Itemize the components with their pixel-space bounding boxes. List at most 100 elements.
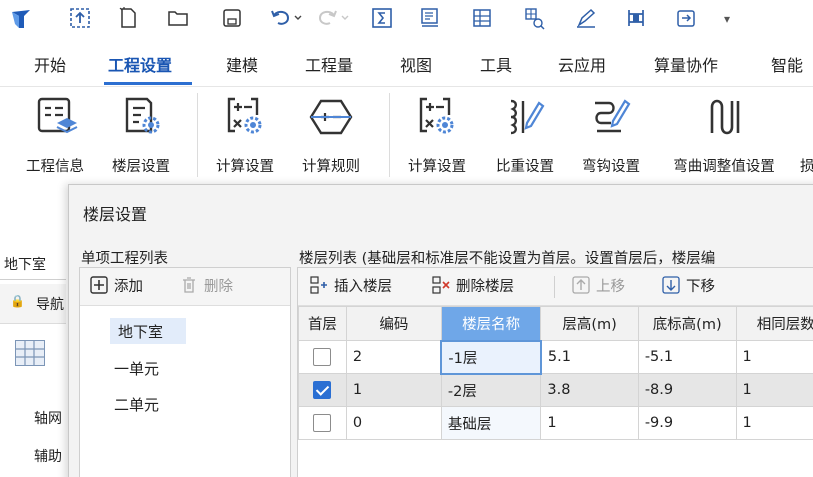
code-cell[interactable]: 0 — [345, 406, 442, 440]
search-grid-icon[interactable] — [522, 6, 546, 32]
tab-view[interactable]: 视图 — [400, 52, 432, 76]
bg-item-axis[interactable]: 轴网 — [34, 408, 62, 428]
calc-settings-icon — [221, 93, 269, 141]
floor-height-cell[interactable]: 1 — [540, 406, 639, 440]
col-bottom-elevation[interactable]: 底标高(m) — [637, 306, 737, 341]
floor-height-cell[interactable]: 5.1 — [540, 340, 639, 374]
upload-icon[interactable] — [68, 6, 92, 32]
density-settings-button[interactable]: 比重设置 — [486, 89, 564, 181]
code-cell[interactable]: 1 — [345, 373, 442, 407]
first-floor-cell[interactable] — [298, 373, 347, 407]
bg-item-aux[interactable]: 辅助 — [34, 446, 62, 466]
bottom-elevation-cell[interactable]: -9.9 — [637, 406, 737, 440]
col-first-floor[interactable]: 首层 — [298, 306, 347, 341]
report-icon[interactable] — [418, 6, 442, 32]
redo-icon[interactable] — [316, 6, 352, 32]
col-code[interactable]: 编码 — [345, 306, 442, 341]
floor-settings-button[interactable]: 楼层设置 — [102, 89, 180, 181]
toolbar-separator — [554, 276, 555, 298]
tab-collaboration[interactable]: 算量协作 — [654, 52, 718, 76]
floor-settings-dialog: 楼层设置 单项工程列表 添加 删除 地下室 一单元 二单元 楼层列表 (基础层和… — [68, 184, 813, 477]
background-side-panel: 地下室 🔒 导航 轴网 辅助 — [0, 184, 68, 477]
tab-modeling[interactable]: 建模 — [226, 52, 258, 76]
floor-settings-icon — [117, 93, 165, 141]
floor-name-cell[interactable]: 基础层 — [440, 406, 542, 440]
project-list-panel: 添加 删除 地下室 一单元 二单元 — [79, 267, 291, 477]
more-icon[interactable]: ▾ — [720, 6, 734, 32]
add-project-button[interactable]: 添加 — [90, 276, 143, 298]
quick-access-toolbar: ▾ — [0, 0, 813, 40]
floor-list-panel: 插入楼层 删除楼层 上移 下移 首层 编码 楼层名称 层高(m) 底标高(m) … — [297, 267, 813, 477]
col-floor-height[interactable]: 层高(m) — [540, 306, 639, 341]
formula-icon[interactable] — [370, 6, 394, 32]
bend-adjust-button[interactable]: 弯曲调整值设置 — [658, 89, 790, 181]
delete-floor-icon — [432, 276, 450, 294]
calc-settings-button[interactable]: 计算设置 — [206, 89, 284, 181]
floor-list-toolbar: 插入楼层 删除楼层 上移 下移 — [298, 268, 813, 306]
density-settings-icon — [501, 93, 549, 141]
calc-settings-icon — [413, 93, 461, 141]
first-floor-checkbox[interactable] — [313, 348, 332, 366]
hook-settings-icon — [587, 93, 635, 141]
first-floor-cell[interactable] — [298, 340, 347, 374]
ribbon-separator — [197, 93, 198, 177]
tab-quantity[interactable]: 工程量 — [305, 52, 353, 76]
bend-adjust-icon — [700, 93, 748, 141]
floor-name-cell[interactable]: -2层 — [440, 373, 542, 407]
first-floor-checkbox[interactable] — [313, 414, 332, 432]
same-floor-count-cell[interactable]: 1 — [735, 340, 813, 374]
calc-rules-button[interactable]: 计算规则 — [292, 89, 370, 181]
bottom-elevation-cell[interactable]: -5.1 — [637, 340, 737, 374]
grid-icon[interactable] — [15, 340, 45, 366]
ribbon-panel: 工程信息 楼层设置 计算设置 计算规则 计算设置 比重设置 弯钩设置 弯曲调整值… — [0, 86, 813, 184]
table-row[interactable]: 1 -2层 3.8 -8.9 1 — [298, 373, 813, 407]
bg-navigator[interactable]: 🔒 导航 — [0, 284, 66, 324]
floor-height-cell[interactable]: 3.8 — [540, 373, 639, 407]
move-up-button[interactable]: 上移 — [572, 276, 625, 298]
first-floor-checkbox[interactable] — [313, 381, 332, 399]
export-icon[interactable] — [674, 6, 698, 32]
hook-settings-button[interactable]: 弯钩设置 — [572, 89, 650, 181]
open-folder-icon[interactable] — [166, 6, 190, 32]
col-same-floor-count[interactable]: 相同层数 — [735, 306, 813, 341]
delete-project-button[interactable]: 删除 — [180, 276, 233, 298]
project-info-icon — [31, 93, 79, 141]
code-cell[interactable]: 2 — [345, 340, 442, 374]
undo-icon[interactable] — [268, 6, 304, 32]
trash-icon — [180, 276, 198, 294]
floor-list-title: 楼层列表 (基础层和标准层不能设置为首层。设置首层后，楼层编 — [299, 251, 716, 267]
tab-start[interactable]: 开始 — [34, 52, 66, 76]
tab-tools[interactable]: 工具 — [480, 52, 512, 76]
tab-cloud[interactable]: 云应用 — [558, 52, 606, 76]
pen-icon[interactable] — [574, 6, 598, 32]
project-list-toolbar: 添加 删除 — [80, 268, 290, 306]
col-floor-name[interactable]: 楼层名称 — [440, 306, 542, 341]
project-list-title: 单项工程列表 — [81, 251, 168, 267]
new-file-icon[interactable] — [116, 6, 140, 32]
truncated-button[interactable]: 损 — [800, 89, 813, 181]
save-icon[interactable] — [220, 6, 244, 32]
move-down-button[interactable]: 下移 — [662, 276, 715, 298]
bottom-elevation-cell[interactable]: -8.9 — [637, 373, 737, 407]
first-floor-cell[interactable] — [298, 406, 347, 440]
delete-floor-button[interactable]: 删除楼层 — [432, 276, 514, 298]
table-row[interactable]: 2 -1层 5.1 -5.1 1 — [298, 339, 813, 375]
project-item-unit-1[interactable]: 一单元 — [114, 358, 159, 379]
calc-rules-icon — [307, 93, 355, 141]
same-floor-count-cell[interactable]: 1 — [735, 373, 813, 407]
project-item-basement[interactable]: 地下室 — [110, 318, 186, 344]
tab-project-settings[interactable]: 工程设置 — [108, 52, 172, 76]
floor-name-cell[interactable]: -1层 — [440, 339, 542, 375]
insert-floor-button[interactable]: 插入楼层 — [310, 276, 392, 298]
grid-icon[interactable] — [470, 6, 494, 32]
table-row[interactable]: 0 基础层 1 -9.9 1 — [298, 406, 813, 440]
tab-smart[interactable]: 智能 — [771, 52, 803, 76]
column-icon[interactable] — [624, 6, 648, 32]
calc-settings-2-button[interactable]: 计算设置 — [398, 89, 476, 181]
bg-tab[interactable]: 地下室 — [0, 246, 66, 280]
project-item-unit-2[interactable]: 二单元 — [114, 394, 159, 415]
same-floor-count-cell[interactable]: 1 — [735, 406, 813, 440]
app-logo-icon[interactable] — [8, 6, 34, 32]
table-header-row: 首层 编码 楼层名称 层高(m) 底标高(m) 相同层数 — [298, 306, 813, 341]
project-info-button[interactable]: 工程信息 — [16, 89, 94, 181]
